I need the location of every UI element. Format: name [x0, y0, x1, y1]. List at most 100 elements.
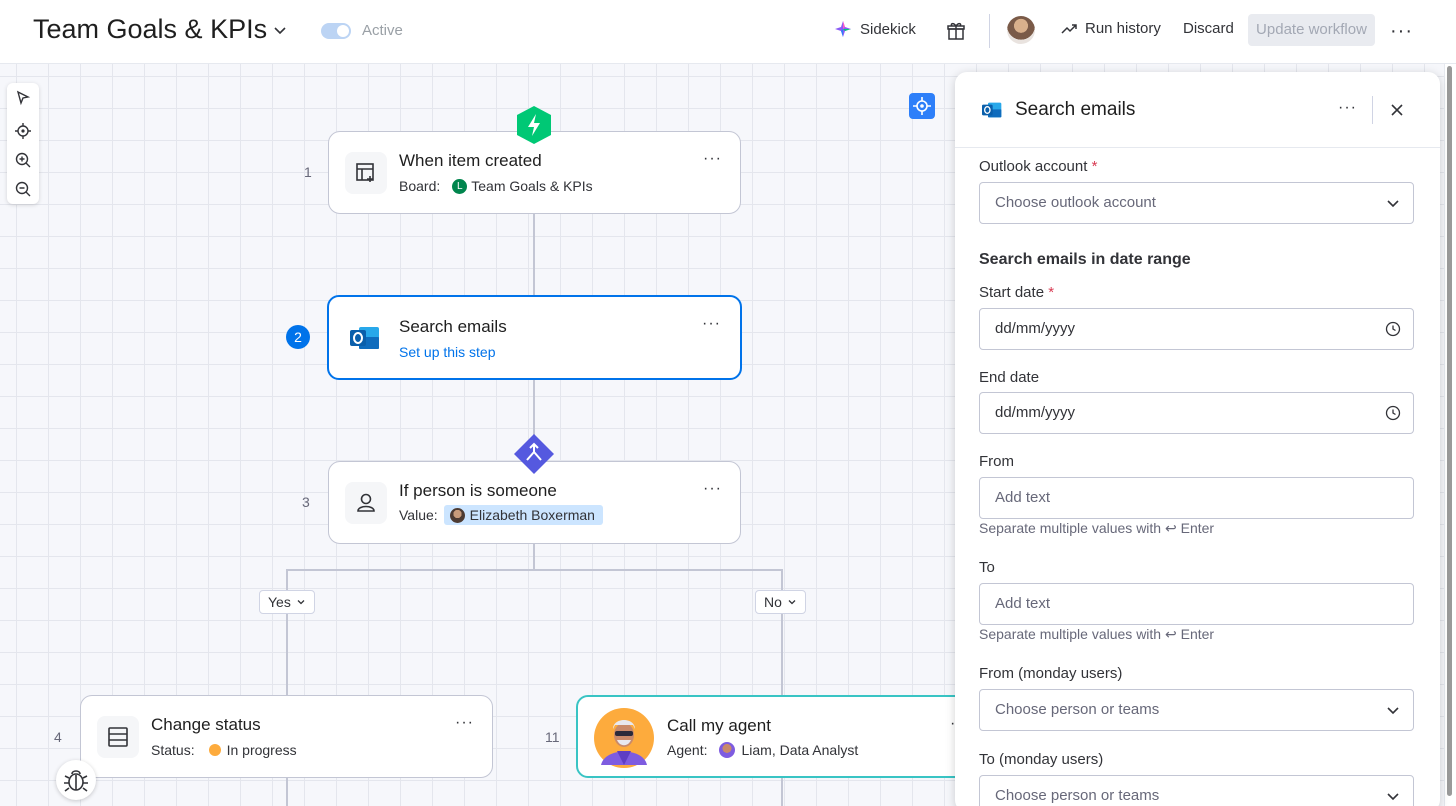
node-title: When item created [399, 151, 542, 170]
canvas-toolbar [7, 83, 39, 204]
recenter-button[interactable] [909, 93, 935, 119]
to-users-label: To (monday users) [979, 751, 1104, 768]
condition-branch-icon [514, 434, 554, 474]
node-title: If person is someone [399, 481, 557, 500]
person-name: Elizabeth Boxerman [469, 507, 595, 523]
update-workflow-button[interactable]: Update workflow [1248, 14, 1375, 46]
required-mark: * [1048, 284, 1055, 301]
start-date-placeholder: dd/mm/yyyy [995, 320, 1076, 337]
page-scrollbar-thumb[interactable] [1447, 66, 1452, 796]
from-input[interactable]: Add text [979, 477, 1414, 519]
change-status-node[interactable]: Change status Status: In progress ··· [80, 695, 493, 778]
branch-yes-label: Yes [268, 594, 291, 610]
chevron-down-icon [788, 600, 796, 605]
outlook-account-placeholder: Choose outlook account [995, 194, 1156, 211]
run-history-button[interactable]: Run history [1061, 20, 1161, 37]
value-label: Value: [399, 507, 438, 523]
to-users-placeholder: Choose person or teams [995, 787, 1160, 804]
from-users-select[interactable]: Choose person or teams [979, 689, 1414, 731]
step-number: 1 [304, 164, 312, 180]
from-label: From [979, 453, 1014, 470]
agent-label: Agent: [667, 742, 708, 758]
status-dot [208, 744, 221, 756]
pointer-icon[interactable] [14, 89, 32, 107]
zoom-out-icon[interactable] [14, 180, 32, 198]
chevron-down-icon [1387, 793, 1399, 801]
setup-step-link[interactable]: Set up this step [399, 344, 496, 360]
user-avatar[interactable] [1007, 16, 1035, 44]
person-chip: Elizabeth Boxerman [443, 505, 603, 525]
start-date-label-text: Start date [979, 284, 1045, 301]
workflow-title[interactable]: Team Goals & KPIs [33, 14, 267, 45]
panel-title: Search emails [1015, 99, 1136, 120]
run-history-label: Run history [1085, 20, 1161, 37]
sidekick-label: Sidekick [860, 20, 916, 38]
header-divider [989, 14, 990, 48]
status-line: Status: In progress [151, 742, 297, 758]
value-line: Value: Elizabeth Boxerman [399, 505, 603, 525]
outlook-icon [350, 327, 379, 349]
from-users-label: From (monday users) [979, 665, 1123, 682]
discard-label: Discard [1183, 20, 1234, 37]
node-more-icon[interactable]: ··· [455, 714, 474, 732]
outlook-account-select[interactable]: Choose outlook account [979, 182, 1414, 224]
debug-button[interactable] [56, 760, 96, 800]
branch-line [287, 569, 783, 571]
discard-button[interactable]: Discard [1183, 20, 1234, 37]
panel-more-icon[interactable]: ··· [1338, 99, 1357, 117]
to-users-select[interactable]: Choose person or teams [979, 775, 1414, 806]
close-icon[interactable] [1389, 102, 1405, 118]
connector-line [533, 380, 535, 440]
status-value: In progress [226, 742, 297, 758]
from-placeholder: Add text [995, 489, 1051, 506]
gift-icon[interactable] [946, 21, 966, 41]
trigger-lightning-icon [517, 106, 551, 144]
branch-yes-pill[interactable]: Yes [259, 590, 315, 614]
zoom-in-icon[interactable] [14, 151, 32, 169]
to-input[interactable]: Add text [979, 583, 1414, 625]
add-item-icon [356, 163, 374, 182]
panel-header: Search emails ··· [955, 72, 1440, 148]
step-number-selected: 2 [286, 325, 310, 349]
connector-line [781, 778, 783, 806]
header-more-icon[interactable]: ··· [1390, 20, 1413, 43]
call-agent-node[interactable]: Call my agent Agent: Liam, Data Analyst … [576, 695, 989, 778]
chevron-down-icon [1387, 707, 1399, 715]
step-number: 11 [545, 729, 560, 745]
outlook-account-label-text: Outlook account [979, 158, 1088, 175]
node-more-icon[interactable]: ··· [703, 480, 722, 498]
person-avatar [449, 507, 465, 523]
search-emails-node[interactable]: Search emails Set up this step ··· [327, 295, 742, 380]
node-title: Change status [151, 715, 261, 734]
board-label: Board: [399, 178, 441, 194]
crosshair-icon [913, 97, 931, 115]
chevron-down-icon [1387, 200, 1399, 208]
agent-value: Liam, Data Analyst [741, 742, 859, 758]
from-hint: Separate multiple values with ↩ Enter [979, 520, 1215, 536]
sidekick-sparkle-icon [835, 21, 851, 37]
start-date-input[interactable]: dd/mm/yyyy [979, 308, 1414, 350]
status-list-icon [108, 727, 128, 747]
connector-line [533, 213, 535, 295]
branch-yes-line [286, 569, 288, 696]
node-more-icon[interactable]: ··· [702, 315, 721, 333]
clock-icon[interactable] [1385, 405, 1401, 421]
sidekick-button[interactable]: Sidekick [834, 20, 916, 38]
active-toggle[interactable] [321, 23, 351, 39]
clock-icon[interactable] [1385, 321, 1401, 337]
focus-icon[interactable] [14, 122, 32, 140]
status-label: Status: [151, 742, 195, 758]
outlook-icon [982, 102, 1002, 118]
date-range-heading: Search emails in date range [979, 251, 1191, 268]
end-date-label: End date [979, 369, 1040, 386]
chevron-down-icon[interactable] [272, 22, 288, 38]
board-line: Board: L Team Goals & KPIs [399, 178, 593, 194]
branch-no-pill[interactable]: No [755, 590, 806, 614]
node-title: Call my agent [667, 716, 771, 735]
end-date-placeholder: dd/mm/yyyy [995, 404, 1076, 421]
end-date-input[interactable]: dd/mm/yyyy [979, 392, 1414, 434]
to-placeholder: Add text [995, 595, 1051, 612]
step-number: 3 [302, 494, 310, 510]
board-badge: L [452, 178, 468, 194]
node-more-icon[interactable]: ··· [703, 150, 722, 168]
